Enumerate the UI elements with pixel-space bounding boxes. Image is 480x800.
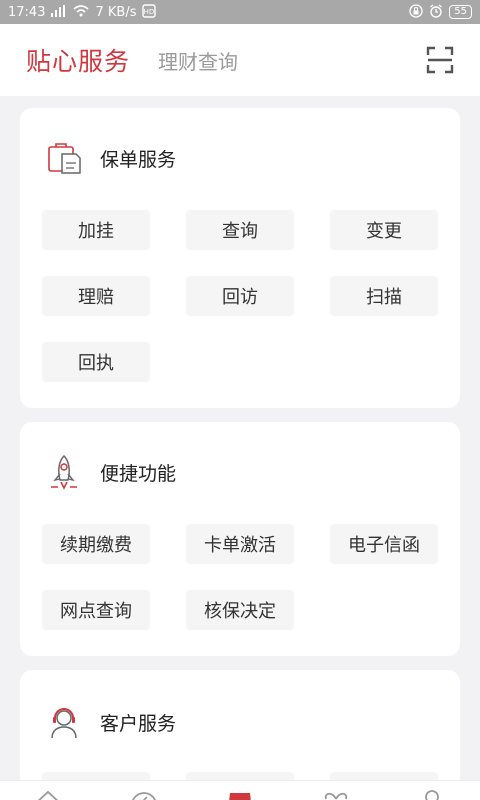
revisit-button[interactable]: 回访 — [186, 276, 294, 316]
home-icon[interactable] — [34, 789, 62, 800]
product-icon[interactable] — [130, 789, 158, 800]
bottom-navigation — [0, 780, 480, 800]
alarm-icon — [429, 4, 443, 20]
scan-button[interactable] — [426, 46, 454, 74]
scan-doc-button[interactable]: 扫描 — [330, 276, 438, 316]
tab-finance-query[interactable]: 理财查询 — [158, 46, 238, 75]
customer-service-title: 客户服务 — [100, 712, 177, 735]
service-content[interactable]: 保单服务 加挂 查询 变更 理赔 回访 扫描 回执 便捷功能 续期缴费 卡单激活… — [0, 96, 480, 780]
customer-service-button-2[interactable] — [186, 772, 294, 780]
policy-service-card: 保单服务 加挂 查询 变更 理赔 回访 扫描 回执 — [20, 108, 460, 408]
signal-icon — [51, 5, 67, 19]
customer-agent-icon — [51, 708, 77, 739]
change-button[interactable]: 变更 — [330, 210, 438, 250]
policy-document-icon — [48, 143, 81, 174]
status-time: 17:43 — [8, 4, 46, 20]
network-speed: 7 KB/s — [95, 4, 137, 20]
branch-query-button[interactable]: 网点查询 — [42, 590, 150, 630]
tab-caring-service[interactable]: 贴心服务 — [26, 42, 130, 78]
query-button[interactable]: 查询 — [186, 210, 294, 250]
e-letter-button[interactable]: 电子信函 — [330, 524, 438, 564]
claim-button[interactable]: 理赔 — [42, 276, 150, 316]
hd-icon: HD — [142, 4, 157, 20]
customer-service-card: 客户服务 — [20, 670, 460, 780]
service-center-icon[interactable] — [226, 791, 254, 800]
customer-service-button-3[interactable] — [330, 772, 438, 780]
scan-icon — [426, 46, 454, 74]
quick-function-header: 便捷功能 — [46, 452, 176, 492]
rocket-icon — [51, 454, 77, 490]
profile-icon[interactable] — [418, 789, 446, 800]
quick-function-card: 便捷功能 续期缴费 卡单激活 电子信函 网点查询 核保决定 — [20, 422, 460, 656]
policy-service-header: 保单服务 — [46, 138, 176, 178]
underwriting-decision-button[interactable]: 核保决定 — [186, 590, 294, 630]
customer-service-button-1[interactable] — [42, 772, 150, 780]
favorite-icon[interactable] — [322, 789, 350, 800]
status-bar: 17:43 7 KB/s HD 55 — [0, 0, 480, 24]
quick-function-title: 便捷功能 — [100, 462, 177, 485]
attach-button[interactable]: 加挂 — [42, 210, 150, 250]
battery-indicator: 55 — [449, 5, 472, 19]
wifi-icon — [73, 5, 89, 19]
renewal-payment-button[interactable]: 续期缴费 — [42, 524, 150, 564]
lock-icon — [409, 4, 423, 20]
top-header: 贴心服务 理财查询 — [0, 24, 480, 96]
policy-service-title: 保单服务 — [100, 148, 177, 171]
card-activation-button[interactable]: 卡单激活 — [186, 524, 294, 564]
svg-text:HD: HD — [144, 8, 155, 16]
receipt-button[interactable]: 回执 — [42, 342, 150, 382]
customer-service-header: 客户服务 — [46, 702, 176, 742]
